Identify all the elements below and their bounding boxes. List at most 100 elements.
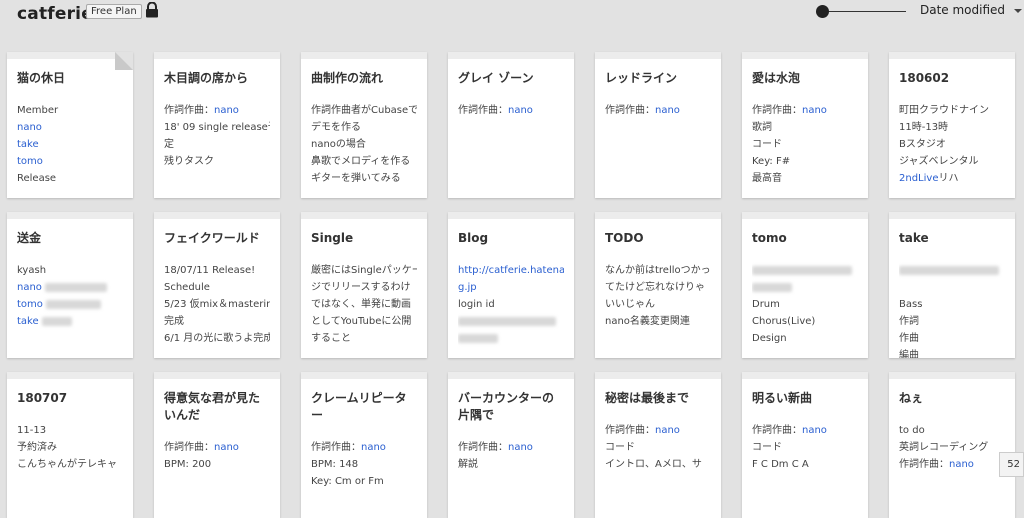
member-link[interactable]: tomo [17, 299, 43, 310]
card-title: レッドライン [605, 71, 678, 85]
note-card[interactable]: バーカウンターの片隅で 作詞作曲：nano 解説 [448, 372, 574, 518]
card-line: BPM: 148 [311, 456, 417, 473]
note-card[interactable]: 曲制作の流れ 作詞作曲者がCubaseで デモを作る nanoの場合 鼻歌でメロディを作… [301, 52, 427, 198]
card-line: 編曲 [899, 347, 1005, 358]
zoom-slider-knob[interactable] [816, 5, 829, 18]
card-text: いいじゃん [605, 299, 655, 310]
page-indicator[interactable]: 52 [999, 452, 1024, 477]
card-line: 定 [164, 136, 270, 153]
member-link[interactable]: nano [17, 122, 42, 133]
card-line: F C Dm C A [752, 456, 858, 473]
card-text: nano名義変更関連 [605, 316, 690, 327]
mention-link[interactable]: nano [361, 442, 386, 453]
card-body: Bass 作詞 作曲 編曲 [899, 262, 1005, 358]
note-card[interactable]: 木目調の席から 作詞作曲：nano 18' 09 single release予定残… [154, 52, 280, 198]
card-line: 作詞作曲：nano [164, 439, 270, 456]
card-text: nanoの場合 [311, 139, 366, 150]
card-line: 作詞作曲：nano [752, 102, 858, 119]
card-line [899, 279, 1005, 296]
note-card[interactable]: 得意気な君が見たいんだ 作詞作曲：nano BPM: 200 [154, 372, 280, 518]
member-link[interactable]: http://catferie.hatenablo [458, 265, 564, 276]
member-link[interactable]: g.jp [458, 282, 477, 293]
mention-link[interactable]: nano [214, 442, 239, 453]
note-card[interactable]: 送金 kyash nano tomo take [7, 212, 133, 358]
card-line: nano名義変更関連 [605, 313, 711, 330]
card-line: Key: Cm or Fm [311, 473, 417, 490]
card-text: ジでリリースするわけ [311, 282, 411, 293]
card-text: 定 [164, 139, 174, 150]
card-text: 11時-13時 [899, 122, 949, 133]
card-text: 作詞作曲： [164, 442, 214, 453]
card-title: 180707 [17, 391, 68, 405]
note-card[interactable]: フェイクワールド 18/07/11 Release! Schedule 5/23 仮m… [154, 212, 280, 358]
note-card[interactable]: 明るい新曲 作詞作曲：nano コード F C Dm C A [742, 372, 868, 518]
card-line: BPM: 200 [164, 456, 270, 473]
card-text: こんちゃんがテレキャ [17, 459, 117, 470]
card-text: 編曲 [899, 350, 919, 358]
card-line: take [17, 136, 123, 153]
card-line [458, 330, 564, 347]
note-card[interactable]: 180602 町田クラウドナイン 11時-13時 Bスタジオ ジャズベレンタル 2ndLi… [889, 52, 1015, 198]
card-text: コード [752, 139, 782, 150]
card-body: 18/07/11 Release! Schedule 5/23 仮mix＆maste… [164, 262, 270, 347]
member-link[interactable]: nano [17, 282, 42, 293]
card-line: ではなく、単発に動画 [311, 296, 417, 313]
member-link[interactable]: tomo [17, 156, 43, 167]
member-link[interactable]: take [17, 139, 39, 150]
card-line: Design [752, 330, 858, 347]
mention-link[interactable]: nano [949, 459, 974, 470]
card-body: kyash nano tomo take [17, 262, 123, 330]
note-card[interactable]: 猫の休日 Member nano take tomo Release [7, 52, 133, 198]
mention-link[interactable]: nano [802, 105, 827, 116]
mention-link[interactable]: nano [802, 425, 827, 436]
brand-logo[interactable]: catferie [17, 4, 93, 24]
card-title: 得意気な君が見たいんだ [164, 391, 261, 422]
card-body: 作詞作曲：nano 歌詞 コード Key: F# 最高音 [752, 102, 858, 187]
card-title: 秘密は最後まで [605, 391, 690, 405]
mention-link[interactable]: nano [214, 105, 239, 116]
note-card[interactable]: クレームリピーター 作詞作曲：nano BPM: 148 Key: Cm or Fm [301, 372, 427, 518]
sort-dropdown[interactable]: Date modified [920, 3, 1023, 17]
redacted-text [44, 282, 107, 292]
card-line: コード [752, 439, 858, 456]
mention-link[interactable]: nano [655, 425, 680, 436]
note-card[interactable]: TODO なんか前はtrelloつかっ てたけど忘れなけりゃ いいじゃん nano名義変… [595, 212, 721, 358]
note-card[interactable]: take Bass 作詞 作曲 編曲 [889, 212, 1015, 358]
card-title: 180602 [899, 71, 950, 85]
card-text: リハ [938, 173, 959, 184]
mention-link[interactable]: 2ndLive [899, 173, 938, 184]
card-line: ジャズベレンタル [899, 153, 1005, 170]
member-link[interactable]: take [17, 316, 39, 327]
note-card[interactable]: グレイ ゾーン 作詞作曲：nano [448, 52, 574, 198]
card-title: ねぇ [899, 391, 924, 405]
card-body: 作詞作曲：nano BPM: 200 [164, 439, 270, 473]
note-card[interactable]: Single 厳密にはSingleパッケー ジでリリースするわけ ではなく、単発に動画… [301, 212, 427, 358]
mention-link[interactable]: nano [508, 105, 533, 116]
redacted-text [899, 265, 999, 275]
card-text: 5/23 仮mix＆mastering [164, 299, 270, 310]
mention-link[interactable]: nano [508, 442, 533, 453]
folded-corner-icon [115, 52, 133, 70]
mention-link[interactable]: nano [655, 105, 680, 116]
card-body: http://catferie.hatenablo g.jp login id [458, 262, 564, 347]
card-text: ではなく、単発に動画 [311, 299, 411, 310]
card-body: なんか前はtrelloつかっ てたけど忘れなけりゃ いいじゃん nano名義変更関連 [605, 262, 711, 330]
card-text: BPM: 200 [164, 459, 212, 470]
card-line: login id [458, 296, 564, 313]
card-title: tomo [752, 231, 787, 245]
card-line: nano [17, 119, 123, 136]
card-text: 作詞作曲： [605, 425, 655, 436]
card-text: 英詞レコーディング [899, 442, 989, 453]
note-card[interactable]: tomo Drum Chorus(Live) Design [742, 212, 868, 358]
note-card[interactable]: 愛は水泡 作詞作曲：nano 歌詞 コード Key: F# 最高音 [742, 52, 868, 198]
lock-icon[interactable] [145, 2, 159, 18]
note-card[interactable]: Blog http://catferie.hatenablo g.jp login i… [448, 212, 574, 358]
note-card[interactable]: 秘密は最後まで 作詞作曲：nano コード イントロ、Aメロ、サ [595, 372, 721, 518]
zoom-slider[interactable] [816, 4, 906, 20]
note-card[interactable]: レッドライン 作詞作曲：nano [595, 52, 721, 198]
note-card[interactable]: ねぇ to do 英詞レコーディング 作詞作曲：nano [889, 372, 1015, 518]
note-card[interactable]: 180707 11-13 予約済み こんちゃんがテレキャ [7, 372, 133, 518]
card-line: てたけど忘れなけりゃ [605, 279, 711, 296]
card-text: Release [17, 173, 57, 184]
card-line: 解説 [458, 456, 564, 473]
